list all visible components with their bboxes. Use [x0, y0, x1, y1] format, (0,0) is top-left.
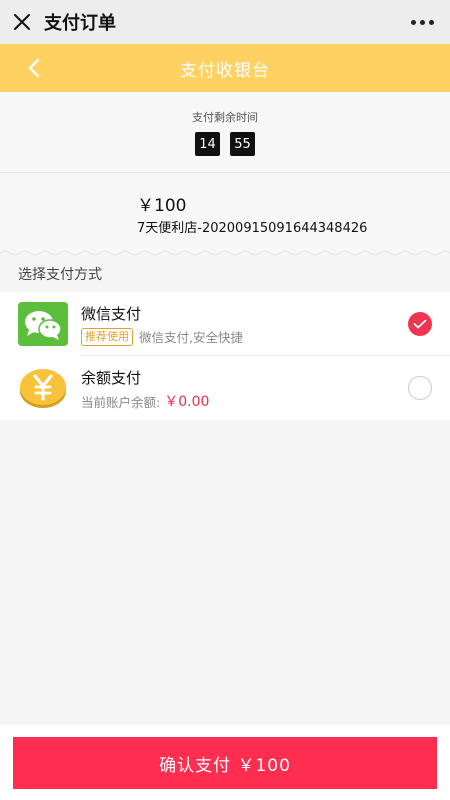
payment-option-balance[interactable]: 余额支付 当前账户余额: ￥0.00	[0, 356, 450, 420]
countdown-boxes: 14 55	[0, 132, 450, 156]
order-amount: ￥100	[137, 196, 187, 216]
check-icon	[413, 319, 427, 329]
more-icon-dot	[420, 19, 425, 25]
payment-option-desc: 微信支付,安全快捷	[139, 330, 243, 345]
window-titlebar: 支付订单	[0, 0, 450, 44]
close-icon	[14, 14, 30, 30]
payment-option-wechat[interactable]: 微信支付 推荐使用 微信支付,安全快捷	[0, 292, 450, 356]
payment-method-list: 微信支付 推荐使用 微信支付,安全快捷 余额支付 当前账户余额: ￥0.00	[0, 292, 450, 420]
order-name: 7天便利店-20200915091644348426	[137, 221, 368, 236]
countdown-minutes: 14	[195, 132, 220, 156]
balance-label: 当前账户余额:	[81, 394, 161, 410]
wechat-pay-icon	[18, 302, 68, 346]
close-button[interactable]	[0, 0, 44, 44]
payment-section-title: 选择支付方式	[18, 267, 102, 283]
back-button[interactable]	[22, 56, 46, 80]
bottom-action-bar: 确认支付 ￥100	[0, 725, 450, 800]
confirm-pay-button[interactable]: 确认支付 ￥100	[13, 737, 437, 789]
nav-header: 支付收银台	[0, 44, 450, 92]
radio-unselected[interactable]	[408, 376, 432, 400]
countdown-separator	[220, 132, 230, 156]
payment-option-desc-line: 推荐使用 微信支付,安全快捷	[81, 327, 243, 346]
balance-value: ￥0.00	[164, 394, 210, 410]
chevron-left-icon	[28, 58, 40, 78]
wavy-divider	[0, 250, 450, 256]
order-summary: ￥100 7天便利店-20200915091644348426	[0, 173, 450, 253]
more-icon-dot	[411, 19, 416, 25]
checkout-title: 支付收银台	[180, 60, 270, 81]
payment-option-name: 余额支付	[81, 369, 142, 387]
recommended-badge: 推荐使用	[81, 327, 133, 346]
more-icon-dot	[429, 19, 434, 25]
countdown-label: 支付剩余时间	[192, 111, 258, 124]
payment-option-desc-line: 当前账户余额: ￥0.00	[81, 391, 209, 411]
countdown-seconds: 55	[230, 132, 255, 156]
page-title: 支付订单	[44, 13, 116, 34]
yuan-coin-icon	[20, 369, 66, 408]
countdown-section: 支付剩余时间 14 55	[0, 92, 450, 173]
more-button[interactable]	[409, 0, 436, 44]
payment-option-name: 微信支付	[81, 305, 142, 323]
radio-selected[interactable]	[408, 312, 432, 336]
